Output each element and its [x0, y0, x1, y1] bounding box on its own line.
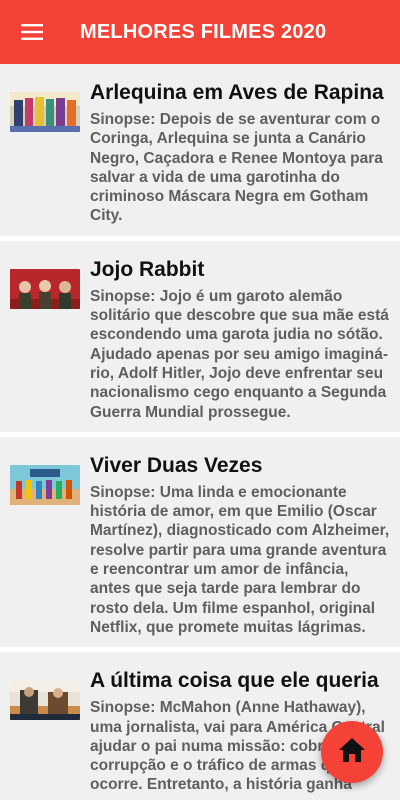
movie-card[interactable]: Jojo Rabbit Sinopse: Jojo é um garoto al… [0, 240, 400, 437]
movie-synopsis: Sinopse: Depois de se aventurar com o Co… [90, 111, 383, 225]
movie-title: Viver Duas Vezes [90, 453, 263, 477]
home-icon [338, 737, 366, 768]
movie-list[interactable]: Arlequina em Aves de Rapina Sinopse: Dep… [0, 64, 400, 800]
movie-title: Jojo Rabbit [90, 257, 205, 281]
movie-poster-image [10, 92, 80, 132]
menu-button[interactable] [0, 0, 64, 64]
app-bar: MELHORES FILMES 2020 [0, 0, 400, 64]
hamburger-menu-icon [21, 24, 43, 40]
home-fab-button[interactable] [321, 721, 383, 783]
movie-title: Arlequina em Aves de Rapina [90, 81, 384, 104]
movie-card[interactable]: Arlequina em Aves de Rapina Sinopse: Dep… [0, 64, 400, 241]
movie-synopsis: Sinopse: Uma linda e emocionante históri… [90, 483, 390, 636]
movie-poster-image [10, 680, 80, 721]
movie-poster-image [10, 464, 80, 505]
movie-title: A última coisa que ele queria [90, 669, 379, 693]
movie-poster-image [10, 268, 80, 309]
movie-card[interactable]: Viver Duas Vezes Sinopse: Uma linda e em… [0, 436, 400, 653]
movie-synopsis: Sinopse: Jojo é um garoto alemão solitár… [90, 287, 389, 421]
page-title: MELHORES FILMES 2020 [80, 20, 327, 43]
